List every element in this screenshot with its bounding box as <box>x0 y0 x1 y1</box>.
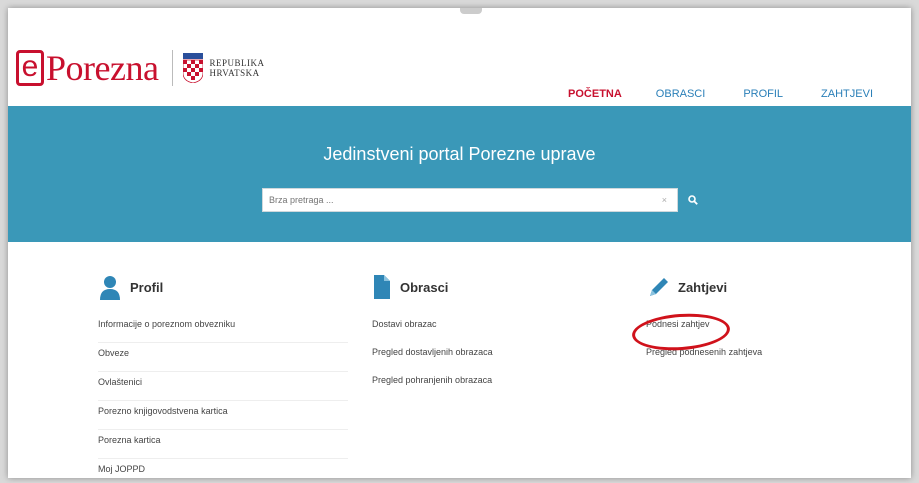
link-ovlastenici[interactable]: Ovlaštenici <box>98 372 348 401</box>
search-input[interactable] <box>263 189 662 211</box>
pencil-icon <box>650 278 668 296</box>
search-box: × <box>262 188 678 212</box>
logo-wordmark: Porezna <box>46 48 159 88</box>
link-knjigovodstvena-kartica[interactable]: Porezno knjigovodstvena kartica <box>98 401 348 430</box>
link-porezna-kartica[interactable]: Porezna kartica <box>98 430 348 459</box>
logo-divider <box>172 50 174 86</box>
search-clear-icon[interactable]: × <box>662 195 667 205</box>
zahtjevi-title: Zahtjevi <box>678 279 728 295</box>
profil-section: Profil Informacije o poreznom obvezniku … <box>98 274 348 478</box>
obrasci-section: Obrasci Dostavi obrazac Pregled dostavlj… <box>372 274 622 398</box>
obrasci-links: Dostavi obrazac Pregled dostavljenih obr… <box>372 314 622 398</box>
profil-title: Profil <box>130 279 164 295</box>
hero-banner: Jedinstveni portal Porezne uprave × <box>8 106 911 242</box>
logo-e-mark: e <box>16 50 44 86</box>
profil-links: Informacije o poreznom obvezniku Obveze … <box>98 314 348 478</box>
state-line-2: HRVATSKA <box>209 68 260 78</box>
link-moj-joppd[interactable]: Moj JOPPD <box>98 459 348 478</box>
document-icon <box>374 275 390 299</box>
link-informacije[interactable]: Informacije o poreznom obvezniku <box>98 314 348 343</box>
eporezna-logo[interactable]: e Porezna REPUBLIKA HRVATSKA <box>16 48 264 88</box>
user-icon <box>100 276 120 300</box>
search-button[interactable] <box>682 188 704 212</box>
state-name: REPUBLIKA HRVATSKA <box>209 58 264 78</box>
obrasci-header: Obrasci <box>372 274 622 300</box>
obrasci-title: Obrasci <box>400 279 449 295</box>
link-obveze[interactable]: Obveze <box>98 343 348 372</box>
zahtjevi-header: Zahtjevi <box>646 274 896 300</box>
banner-title: Jedinstveni portal Porezne uprave <box>323 144 596 164</box>
state-line-1: REPUBLIKA <box>209 58 265 68</box>
link-dostavi-obrazac[interactable]: Dostavi obrazac <box>372 314 622 342</box>
link-pregled-dostavljenih[interactable]: Pregled dostavljenih obrazaca <box>372 342 622 370</box>
croatian-crest-icon <box>183 53 204 83</box>
search-icon <box>688 195 698 205</box>
profil-header: Profil <box>98 274 348 300</box>
window-top-marker <box>460 8 482 14</box>
portal-window: e Porezna REPUBLIKA HRVATSKA POČETNA OBR… <box>8 8 911 478</box>
link-pregled-pohranjenih[interactable]: Pregled pohranjenih obrazaca <box>372 370 622 398</box>
